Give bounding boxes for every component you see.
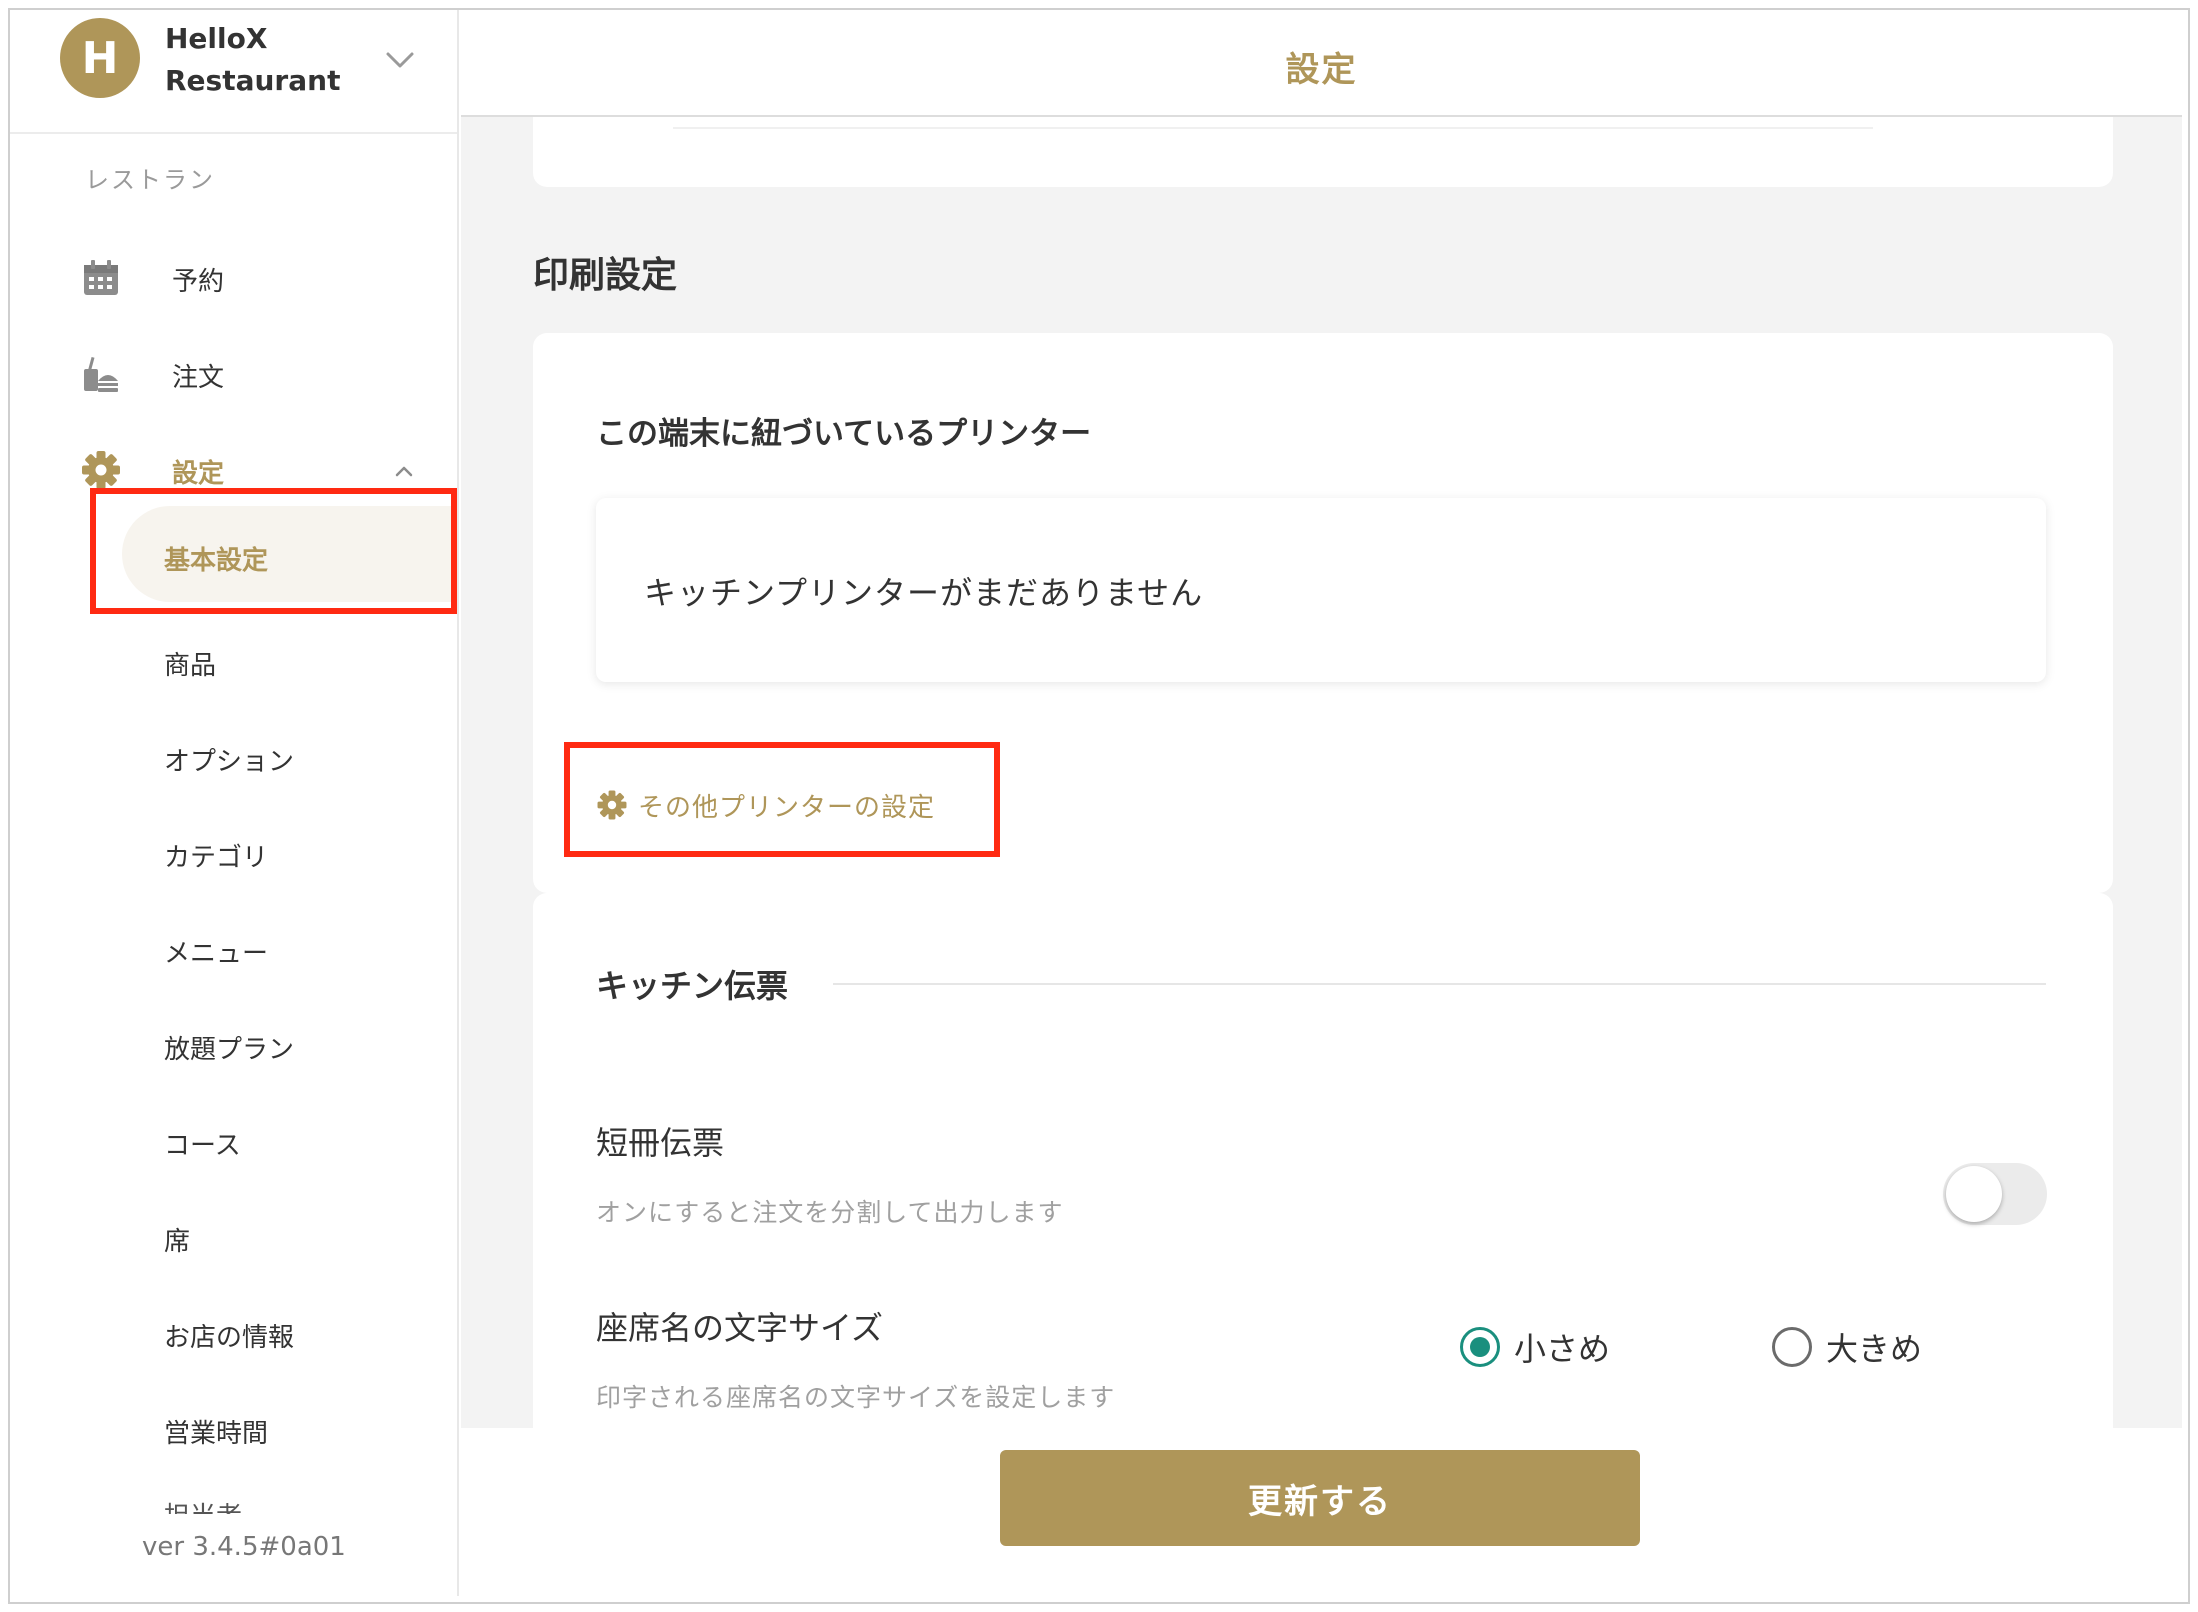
chevron-up-icon[interactable]: [390, 457, 418, 485]
page-title: 設定: [1285, 50, 1358, 90]
sidebar-subitem-categories[interactable]: カテゴリ: [10, 823, 457, 883]
kitchen-slip-title: キッチン伝票: [596, 967, 789, 1005]
sidebar-subitem-options[interactable]: オプション: [10, 727, 457, 787]
sidebar-subitem-menu[interactable]: メニュー: [10, 919, 457, 979]
linked-printers-title: この端末に紐づいているプリンター: [596, 416, 1092, 452]
restaurant-name: HelloX Restaurant: [165, 22, 341, 97]
sidebar-subitem-all-you-can-plans[interactable]: 放題プラン: [10, 1015, 457, 1075]
top-bar: 設定: [461, 10, 2182, 117]
divider: [833, 983, 2046, 985]
sidebar-item-label: 設定: [172, 459, 225, 489]
radio-small[interactable]: 小さめ: [1460, 1323, 1610, 1371]
printer-empty-message: キッチンプリンターがまだありません: [644, 574, 1204, 612]
other-printer-settings-label: その他プリンターの設定: [638, 792, 936, 823]
sidebar-subitem-label: 商品: [164, 651, 217, 681]
sidebar-item-order[interactable]: 注文: [10, 343, 457, 403]
app-window: H HelloX Restaurant レストラン 予約 注文 設定 基本設定 …: [8, 8, 2190, 1604]
gear-icon: [82, 451, 120, 489]
sidebar-subitem-business-hours[interactable]: 営業時間: [10, 1399, 457, 1459]
sidebar-subitem-label: メニュー: [164, 939, 269, 969]
gear-icon: [597, 790, 627, 820]
sidebar-subitem-label: カテゴリ: [164, 843, 269, 873]
update-button[interactable]: 更新する: [1000, 1450, 1640, 1546]
calendar-icon: [84, 260, 118, 295]
sidebar-item-label: 注文: [172, 363, 225, 393]
radio-label: 大きめ: [1826, 1330, 1923, 1368]
main-content: 設定 印刷設定 この端末に紐づいているプリンター キッチンプリンターがまだありま…: [461, 10, 2182, 1596]
sidebar-subitem-label: 基本設定: [164, 546, 269, 576]
strip-slip-description: オンにすると注文を分割して出力します: [596, 1198, 1064, 1227]
food-icon: [84, 356, 118, 392]
toggle-knob: [1946, 1166, 2002, 1222]
divider: [673, 127, 1873, 129]
restaurant-avatar: H: [60, 18, 140, 98]
sidebar-subitem-label: 席: [164, 1227, 191, 1257]
seat-font-size-title: 座席名の文字サイズ: [596, 1309, 884, 1347]
section-label-restaurant: レストラン: [85, 166, 215, 194]
chevron-down-icon[interactable]: [380, 40, 420, 80]
sidebar-item-settings[interactable]: 設定: [10, 439, 457, 499]
printer-empty-state: キッチンプリンターがまだありません: [596, 498, 2046, 682]
sidebar: H HelloX Restaurant レストラン 予約 注文 設定 基本設定 …: [10, 10, 459, 1596]
sidebar-subitem-label: 担当者: [164, 1500, 364, 1514]
radio-large[interactable]: 大きめ: [1772, 1323, 1922, 1371]
sidebar-subitem-products[interactable]: 商品: [10, 631, 457, 691]
sidebar-subitem-staff[interactable]: 担当者: [164, 1500, 364, 1514]
sidebar-item-label: 予約: [172, 267, 225, 297]
strip-slip-title: 短冊伝票: [596, 1124, 725, 1162]
app-version: ver 3.4.5#0a01: [142, 1532, 346, 1562]
previous-settings-card: [533, 117, 2113, 187]
sidebar-subitem-label: 放題プラン: [164, 1035, 295, 1065]
seat-font-size-description: 印字される座席名の文字サイズを設定します: [596, 1383, 1116, 1412]
sidebar-subitem-seats[interactable]: 席: [10, 1207, 457, 1267]
sidebar-subitem-label: お店の情報: [164, 1323, 295, 1353]
sidebar-subitem-label: コース: [164, 1131, 241, 1161]
bottom-action-bar: 更新する: [461, 1428, 2182, 1596]
sidebar-subitem-store-info[interactable]: お店の情報: [10, 1303, 457, 1363]
radio-checked-icon: [1460, 1327, 1500, 1367]
other-printer-settings-link[interactable]: その他プリンターの設定: [596, 783, 935, 827]
radio-label: 小さめ: [1514, 1330, 1611, 1368]
print-settings-heading: 印刷設定: [533, 255, 678, 296]
sidebar-subitem-courses[interactable]: コース: [10, 1111, 457, 1171]
radio-unchecked-icon: [1772, 1327, 1812, 1367]
sidebar-subitem-label: 営業時間: [164, 1419, 269, 1449]
printer-card: この端末に紐づいているプリンター キッチンプリンターがまだありません その他プリ…: [533, 333, 2113, 893]
sidebar-item-reservation[interactable]: 予約: [10, 247, 457, 307]
sidebar-subitem-label: オプション: [164, 747, 295, 777]
sidebar-subitem-basic-settings[interactable]: 基本設定: [10, 506, 457, 602]
restaurant-switcher[interactable]: H HelloX Restaurant: [10, 10, 457, 134]
strip-slip-toggle[interactable]: [1943, 1163, 2047, 1225]
